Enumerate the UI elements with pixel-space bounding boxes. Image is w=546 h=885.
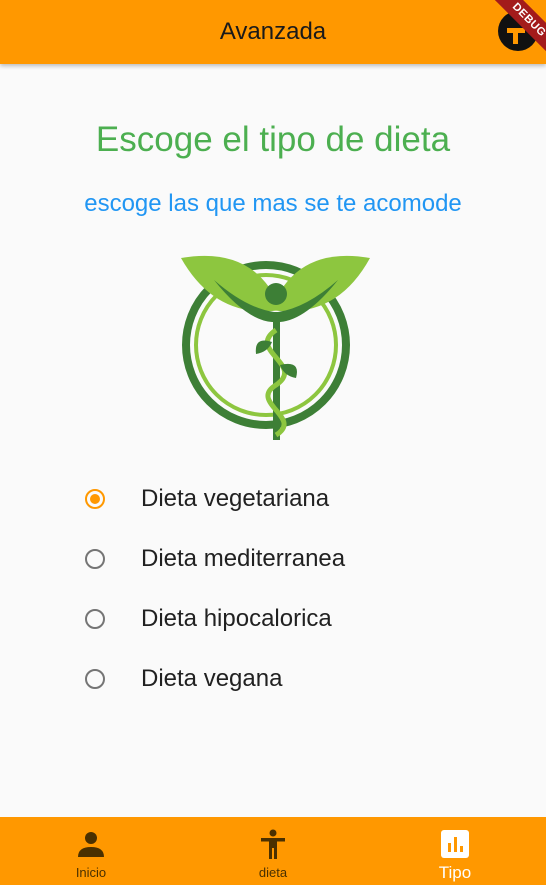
diet-option-label: Dieta vegetariana [141, 485, 330, 512]
nav-item-label: Tipo [438, 863, 472, 882]
person-icon [78, 832, 104, 857]
accessibility-icon [261, 829, 285, 859]
bar-chart-icon [441, 830, 469, 858]
radio-button[interactable] [85, 549, 105, 569]
page-subheadline: escoge las que mas se te acomode [84, 190, 462, 217]
nav-item-label: dieta [258, 865, 288, 880]
app-bar-title: Avanzada [219, 18, 327, 45]
diet-option-hipocalorica[interactable]: Dieta hipocalorica [80, 594, 500, 644]
nav-item-dieta[interactable]: dieta [182, 817, 364, 885]
page-headline: Escoge el tipo de dieta [95, 120, 451, 159]
nav-item-label: Inicio [75, 865, 107, 880]
diet-option-mediterranea[interactable]: Dieta mediterranea [80, 534, 500, 584]
diet-option-vegana[interactable]: Dieta vegana [80, 654, 500, 704]
diet-option-label: Dieta hipocalorica [141, 605, 332, 632]
radio-button[interactable] [85, 669, 105, 689]
nutrition-logo-icon [181, 255, 370, 440]
app-bar: Avanzada [0, 0, 546, 64]
plus-icon-stem [513, 28, 518, 44]
bottom-navigation-bar: Inicio dieta Tipo [0, 817, 546, 885]
radio-button-checked[interactable] [85, 489, 105, 509]
radio-button[interactable] [85, 609, 105, 629]
diet-option-label: Dieta vegana [141, 665, 283, 692]
diet-option-label: Dieta mediterranea [141, 545, 346, 572]
nav-item-inicio[interactable]: Inicio [0, 817, 182, 885]
diet-option-vegetariana[interactable]: Dieta vegetariana [80, 474, 500, 524]
nav-item-tipo[interactable]: Tipo [364, 817, 546, 885]
